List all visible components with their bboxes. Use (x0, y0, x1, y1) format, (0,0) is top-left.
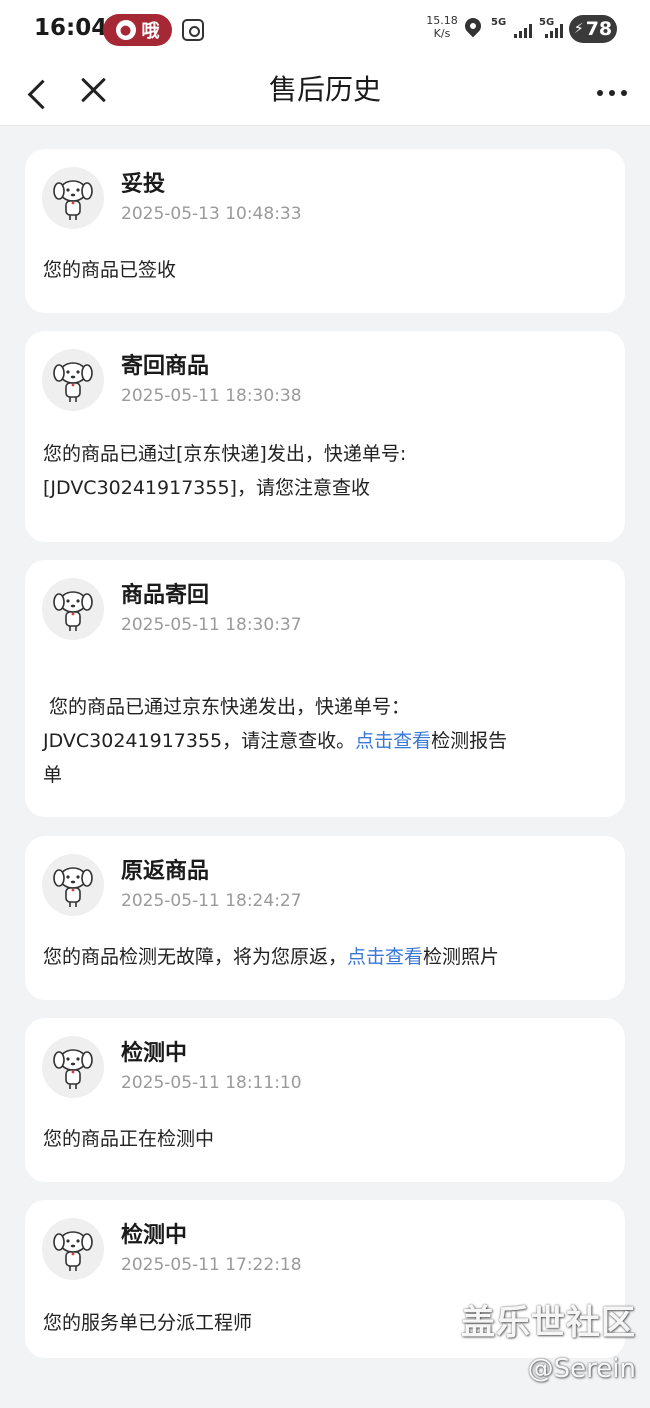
card-title: 商品寄回 (121, 583, 210, 608)
card-message-line: 单 (43, 764, 63, 786)
card-title: 寄回商品 (121, 354, 210, 379)
card-message-text: JDVC30241917355，请注意查收。 (43, 730, 356, 752)
notification-pill[interactable]: ● 哦 (103, 14, 172, 46)
battery-level: 78 (585, 18, 613, 40)
card-message: 您的商品检测无故障，将为您原返，点击查看检测照片 (43, 940, 608, 974)
watermark: 盖乐世社区 @Serein (461, 1303, 636, 1387)
card-title: 检测中 (121, 1223, 188, 1248)
card-message: 您的商品正在检测中 (43, 1128, 215, 1150)
card-title: 妥投 (121, 172, 166, 197)
card-message-line: [JDVC30241917355]，请您注意查收 (43, 477, 370, 499)
card-message-text: 检测报告 (431, 730, 508, 752)
card-timestamp: 2025-05-11 17:22:18 (121, 1255, 302, 1275)
network-speed: 15.18 K/s (425, 14, 459, 40)
mascot-avatar-icon (42, 349, 104, 411)
more-options-icon[interactable] (590, 80, 634, 106)
mascot-avatar-icon (42, 1036, 104, 1098)
history-card: 原返商品 2025-05-11 18:24:27 您的商品检测无故障，将为您原返… (25, 836, 625, 1000)
watermark-author: @Serein (527, 1354, 636, 1384)
charging-icon: ⚡ (573, 21, 584, 37)
history-card: 检测中 2025-05-11 18:11:10 您的商品正在检测中 (25, 1018, 625, 1182)
card-title: 原返商品 (121, 859, 210, 884)
view-photos-link[interactable]: 点击查看 (347, 946, 423, 968)
battery-indicator: ⚡ 78 (569, 15, 617, 43)
status-bar: 16:04 ● 哦 15.18 K/s 5G 5G ⚡ 78 (0, 0, 650, 60)
card-message-text: 检测照片 (423, 946, 500, 968)
card-title: 检测中 (121, 1041, 188, 1066)
card-message: 您的商品已签收 (43, 259, 177, 281)
mascot-avatar-icon (42, 1218, 104, 1280)
card-timestamp: 2025-05-11 18:30:37 (121, 615, 302, 635)
network-speed-value: 15.18 (426, 14, 458, 27)
card-timestamp: 2025-05-11 18:24:27 (121, 891, 302, 911)
watermark-community: 盖乐世社区 (461, 1303, 636, 1343)
card-message-text: 您的商品检测无故障，将为您原返， (43, 946, 348, 968)
history-card: 商品寄回 2025-05-11 18:30:37 您的商品已通过京东快递发出，快… (25, 560, 625, 817)
signal-icon-2 (545, 22, 563, 38)
mascot-avatar-icon (42, 578, 104, 640)
notification-pill-label: 哦 (141, 21, 160, 42)
card-timestamp: 2025-05-13 10:48:33 (121, 204, 302, 224)
network-type-1: 5G (491, 17, 507, 28)
card-message: 您的商品已通过[京东快递]发出，快递单号: [JDVC30241917355]，… (43, 437, 608, 505)
app-logo-icon: ● (115, 20, 136, 40)
page-title: 售后历史 (268, 73, 381, 106)
mascot-avatar-icon (42, 854, 104, 916)
history-card: 妥投 2025-05-13 10:48:33 您的商品已签收 (25, 149, 625, 313)
status-time: 16:04 (34, 15, 108, 41)
view-report-link[interactable]: 点击查看 (355, 730, 431, 752)
history-card: 寄回商品 2025-05-11 18:30:38 您的商品已通过[京东快递]发出… (25, 331, 625, 542)
location-icon (461, 14, 485, 38)
network-speed-unit: K/s (433, 27, 451, 40)
card-message-line: 您的商品已通过京东快递发出，快递单号： (43, 696, 411, 718)
nav-bar: 售后历史 (0, 60, 650, 126)
mascot-avatar-icon (42, 167, 104, 229)
card-message: 您的商品已通过京东快递发出，快递单号： JDVC30241917355，请注意查… (43, 690, 608, 792)
card-timestamp: 2025-05-11 18:11:10 (121, 1073, 302, 1093)
signal-icon-1 (514, 22, 532, 38)
screen-record-icon (182, 19, 204, 41)
card-timestamp: 2025-05-11 18:30:38 (121, 386, 302, 406)
card-message-line: JDVC30241917355，请注意查收。点击查看检测报告 (43, 724, 608, 758)
card-message-line: 您的商品已通过[京东快递]发出，快递单号: (43, 443, 407, 465)
